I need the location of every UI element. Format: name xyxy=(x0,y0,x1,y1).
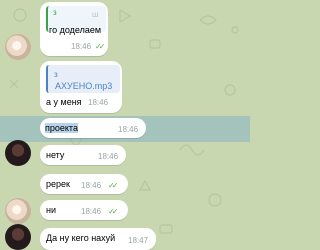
message-time: 18:46 xyxy=(81,181,102,190)
file-reply-author: з xyxy=(54,70,58,79)
message-text: Да ну кего нахуй xyxy=(46,233,116,243)
message-bubble[interactable]: ререк 18:46 ✓✓ xyxy=(40,174,128,194)
reply-preview: ш xyxy=(92,10,99,19)
message-time: 18:47 xyxy=(128,236,149,245)
message-bubble[interactable]: з АХУЕНО.mp3 а у меня 18:46 xyxy=(40,61,122,113)
message-text: го доделаем xyxy=(49,25,102,35)
reply-author: з xyxy=(53,8,57,17)
contact-avatar-flower-icon[interactable] xyxy=(5,34,31,60)
message-text: проекта xyxy=(45,123,78,133)
message-time: 18:46 xyxy=(71,42,92,51)
message-bubble[interactable]: ни 18:46 ✓✓ xyxy=(40,200,128,220)
message-time: 18:46 xyxy=(88,98,109,107)
message-bubble[interactable]: нету 18:46 xyxy=(40,145,126,165)
contact-avatar-dark-icon[interactable] xyxy=(5,140,31,166)
double-check-icon: ✓✓ xyxy=(108,207,119,216)
message-text: ни xyxy=(46,205,56,215)
message-bubble-selected[interactable]: проекта 18:46 xyxy=(40,118,146,138)
file-reply-quote[interactable]: з АХУЕНО.mp3 xyxy=(46,65,120,93)
message-text: а у меня xyxy=(46,97,82,107)
message-time: 18:46 xyxy=(118,125,139,134)
contact-avatar-flower-icon[interactable] xyxy=(5,198,31,224)
message-bubble[interactable]: з ш го доделаем 18:46 ✓✓ xyxy=(40,2,108,56)
double-check-icon: ✓✓ xyxy=(108,181,119,190)
file-name: АХУЕНО.mp3 xyxy=(55,81,113,91)
double-check-icon: ✓✓ xyxy=(95,42,106,51)
message-time: 18:46 xyxy=(81,207,102,216)
message-time: 18:46 xyxy=(98,152,119,161)
message-text: ререк xyxy=(46,179,70,189)
contact-avatar-dark-icon[interactable] xyxy=(5,224,31,250)
message-bubble[interactable]: Да ну кего нахуй 18:47 xyxy=(40,228,156,250)
message-text: нету xyxy=(46,150,65,160)
